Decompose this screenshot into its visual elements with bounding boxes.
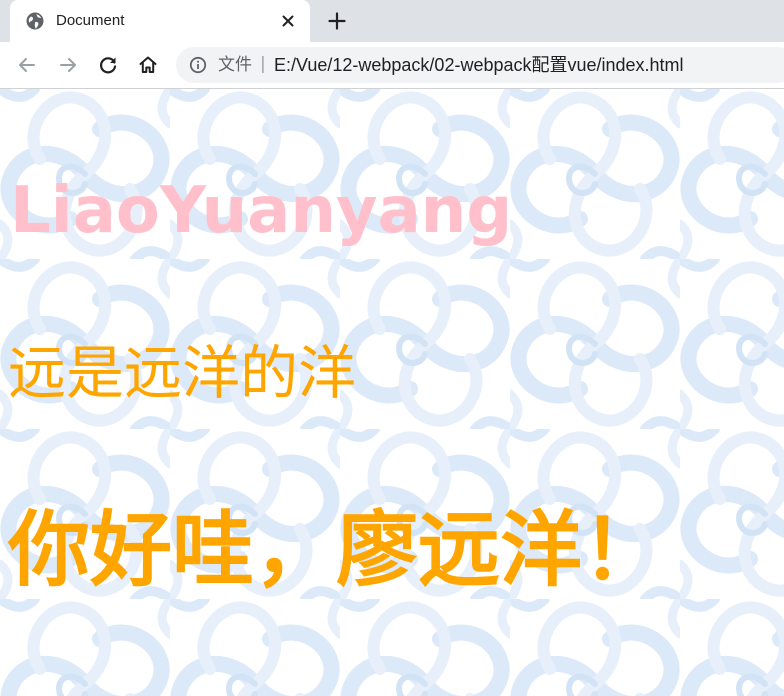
subtitle-heading: 远是远洋的洋 [8, 339, 357, 407]
tab-document[interactable]: Document [10, 0, 310, 42]
page-viewport: LiaoYuanyang 远是远洋的洋 你好哇，廖远洋！ [0, 89, 784, 696]
tab-strip: Document [0, 0, 784, 42]
globe-icon [26, 12, 44, 30]
reload-icon[interactable] [96, 53, 120, 77]
address-separator: | [260, 54, 266, 74]
address-bar[interactable]: 文件 | E:/Vue/12-webpack/02-webpack配置vue/i… [176, 47, 784, 83]
security-label[interactable]: 文件 [218, 55, 252, 75]
forward-arrow-icon[interactable] [56, 53, 80, 77]
url-text[interactable]: E:/Vue/12-webpack/02-webpack配置vue/index.… [274, 55, 684, 75]
new-tab-plus-icon[interactable] [325, 9, 349, 33]
tab-title: Document [56, 12, 125, 29]
greeting-heading: 你好哇，廖远洋！ [8, 503, 665, 598]
browser-window: Document 文件 | E:/Vue/12-webpack/02-webpa… [0, 0, 784, 696]
home-icon[interactable] [136, 53, 160, 77]
back-arrow-icon[interactable] [15, 53, 39, 77]
info-icon[interactable] [189, 56, 207, 74]
close-icon[interactable] [278, 11, 298, 31]
name-heading: LiaoYuanyang [10, 174, 513, 248]
browser-toolbar: 文件 | E:/Vue/12-webpack/02-webpack配置vue/i… [0, 42, 784, 89]
